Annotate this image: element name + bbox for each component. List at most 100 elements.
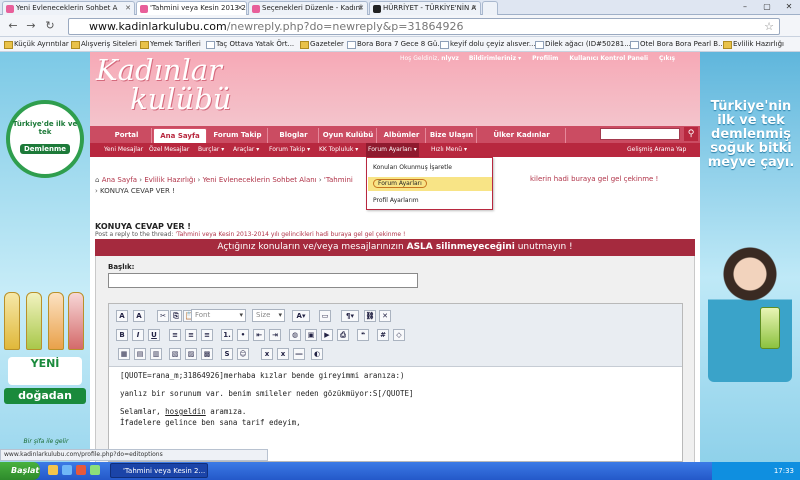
quicklaunch-icon[interactable]	[76, 465, 86, 475]
site-logo[interactable]: Kadınlar kulübü	[96, 56, 256, 120]
close-window-icon[interactable]: ✕	[778, 0, 800, 14]
video-icon[interactable]: ▶	[321, 329, 333, 341]
left-ad-banner[interactable]: Türkiye'de ilk ve tek Demlenme YENİ doğa…	[0, 52, 90, 462]
close-icon[interactable]: ✕	[237, 2, 243, 15]
bookmark-folder[interactable]: Gazeteler	[300, 39, 344, 50]
quote-icon[interactable]: ❝	[357, 329, 369, 341]
quicklaunch-icon[interactable]	[48, 465, 58, 475]
subscript-icon[interactable]: x	[261, 348, 273, 360]
profile-link[interactable]: Profilim	[532, 55, 558, 62]
bullet-list-icon[interactable]: •	[237, 329, 249, 341]
control-panel-link[interactable]: Kullanıcı Kontrol Paneli	[569, 55, 648, 62]
remove-format-icon[interactable]: A	[133, 310, 145, 322]
tab-matinee[interactable]: Ülker Kadınlar Matinesi	[478, 128, 566, 154]
delete-table-icon[interactable]: ▩	[201, 348, 213, 360]
subnav-private-messages[interactable]: Özel Mesajlar	[149, 143, 189, 157]
indent-icon[interactable]: ⇥	[269, 329, 281, 341]
underline-icon[interactable]: U	[148, 329, 160, 341]
attachment-icon[interactable]: ⎙	[337, 329, 349, 341]
italic-icon[interactable]: I	[132, 329, 144, 341]
tab-forum-takip[interactable]: Forum Takip	[208, 128, 268, 143]
globe-link-icon[interactable]: ◍	[289, 329, 301, 341]
title-input[interactable]	[108, 273, 418, 288]
bookmark-link[interactable]: Dilek ağacı (ID#50281...	[535, 39, 631, 50]
highlight-icon[interactable]: ▭	[319, 310, 331, 322]
subnav-quick-menu[interactable]: Hızlı Menü ▾	[431, 143, 467, 157]
site-search-input[interactable]	[600, 128, 680, 140]
forward-icon[interactable]: →	[24, 19, 38, 33]
table-row-icon[interactable]: ▤	[134, 348, 146, 360]
username-link[interactable]: nlyvz	[441, 55, 459, 62]
start-button[interactable]: Başlat	[0, 462, 40, 480]
close-icon[interactable]: ✕	[471, 2, 477, 15]
size-select[interactable]: Size	[252, 309, 285, 322]
tab-blogs[interactable]: Bloglar	[269, 128, 319, 143]
bookmark-folder[interactable]: Evlilik Hazırlığı	[723, 39, 784, 50]
hash-icon[interactable]: #	[377, 329, 389, 341]
star-icon[interactable]: ☆	[764, 19, 774, 34]
ordered-list-icon[interactable]: 1.	[221, 329, 233, 341]
home-icon[interactable]: ⌂	[95, 176, 99, 184]
bookmark-folder[interactable]: Alışveriş Siteleri	[71, 39, 137, 50]
align-right-icon[interactable]: ≡	[201, 329, 213, 341]
subnav-forum-settings[interactable]: Forum Ayarları ▾	[366, 143, 419, 157]
breadcrumb-item[interactable]: Ana Sayfa	[102, 176, 137, 184]
image-icon[interactable]: ▣	[305, 329, 317, 341]
link-icon[interactable]: ⛓	[364, 310, 376, 322]
minimize-icon[interactable]: –	[734, 0, 756, 14]
tab-portal[interactable]: Portal	[102, 128, 152, 143]
tab-home[interactable]: Ana Sayfa	[153, 128, 207, 143]
menu-item-profile-settings[interactable]: Profil Ayarlarım	[373, 194, 419, 208]
cut-icon[interactable]: ✂	[157, 310, 169, 322]
horizontal-rule-icon[interactable]: ―	[293, 348, 305, 360]
thread-link[interactable]: 'Tahmini veya Kesin 2013-2014 yılı gelin…	[175, 231, 405, 238]
bookmark-link[interactable]: Bora Bora 7 Gece 8 Gü...	[347, 39, 444, 50]
copy-icon[interactable]: ⎘	[170, 310, 182, 322]
bold-icon[interactable]: B	[116, 329, 128, 341]
close-icon[interactable]: ✕	[125, 2, 131, 15]
tab-games[interactable]: Oyun Kulübü	[320, 128, 377, 143]
breadcrumb-item-tail[interactable]: kilerin hadi buraya gel gel çekinme !	[530, 175, 658, 183]
quicklaunch-icon[interactable]	[90, 465, 100, 475]
breadcrumb-item[interactable]: Yeni Evleneceklerin Sohbet Alanı	[203, 176, 317, 184]
browser-tab-4[interactable]: HÜRRİYET - TÜRKİYE'NİN A ✕	[369, 1, 481, 15]
paragraph-icon[interactable]: ¶▾	[341, 310, 359, 322]
emoticon-icon[interactable]: ☺	[237, 348, 249, 360]
taskbar-item-browser[interactable]: 'Tahmini veya Kesin 2...	[110, 463, 208, 478]
browser-tab-3[interactable]: Seçenekleri Düzenle - Kadınl ✕	[248, 1, 368, 15]
address-bar[interactable]: www.kadinlarkulubu.com/newreply.php?do=n…	[68, 18, 780, 35]
bookmark-folder[interactable]: Küçük Ayrıntılar	[4, 39, 69, 50]
maximize-icon[interactable]: ▢	[756, 0, 778, 14]
logout-link[interactable]: Çıkış	[659, 55, 675, 62]
switch-mode-icon[interactable]: ◐	[311, 348, 323, 360]
right-ad-banner[interactable]: Türkiye'nin ilk ve tek demlenmiş soğuk b…	[700, 52, 800, 462]
superscript-icon[interactable]: x	[277, 348, 289, 360]
format-icon[interactable]: A	[116, 310, 128, 322]
new-tab-button[interactable]	[482, 1, 498, 15]
merge-cells-icon[interactable]: ▧	[169, 348, 181, 360]
search-icon[interactable]: ⚲	[684, 127, 698, 141]
close-icon[interactable]: ✕	[358, 2, 364, 15]
menu-item-forum-settings[interactable]: Forum Ayarları	[368, 177, 492, 191]
reload-icon[interactable]: ↻	[43, 19, 57, 33]
back-icon[interactable]: ←	[6, 19, 20, 33]
font-select[interactable]: Font	[191, 309, 246, 322]
editor-content[interactable]: [QUOTE=rana_m;31864926]merhaba kızlar be…	[120, 370, 680, 435]
tab-contact[interactable]: Bize Ulaşın	[427, 128, 477, 143]
menu-item-mark-read[interactable]: Konuları Okunmuş İşaretle	[373, 161, 452, 175]
tab-albums[interactable]: Albümler	[378, 128, 426, 143]
strikethrough-icon[interactable]: S	[221, 348, 233, 360]
align-left-icon[interactable]: ≡	[169, 329, 181, 341]
text-color-icon[interactable]: A▾	[292, 310, 310, 322]
browser-tab-2[interactable]: 'Tahmini veya Kesin 2013-20 ✕	[136, 1, 247, 16]
subnav-new-posts[interactable]: Yeni Mesajlar	[104, 143, 143, 157]
unlink-icon[interactable]: ✕	[379, 310, 391, 322]
split-cells-icon[interactable]: ▨	[185, 348, 197, 360]
bookmark-link[interactable]: Otel Bora Bora Pearl B...	[630, 39, 725, 50]
breadcrumb-item[interactable]: 'Tahmini	[324, 176, 353, 184]
notifications-link[interactable]: Bildirimleriniz ▾	[469, 55, 521, 62]
subnav-forum-takip[interactable]: Forum Takip ▾	[269, 143, 310, 157]
bookmark-link[interactable]: keyif dolu çeyiz alısver...	[440, 39, 536, 50]
table-col-icon[interactable]: ▥	[150, 348, 162, 360]
outdent-icon[interactable]: ⇤	[253, 329, 265, 341]
